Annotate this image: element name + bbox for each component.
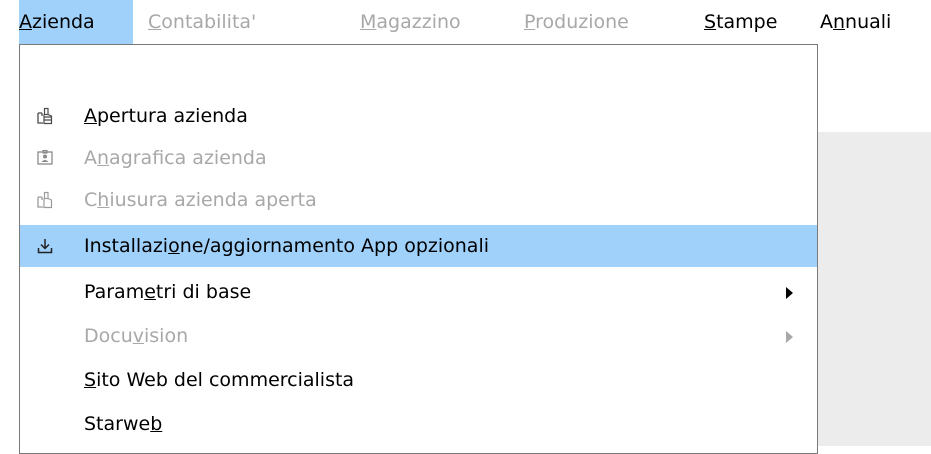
menu-item-mnemonic: h <box>97 189 110 211</box>
menu-item-docuvision[interactable]: Docuvision <box>20 315 817 357</box>
menu-item-label-pre: A <box>84 147 97 169</box>
submenu-arrow-icon <box>786 331 793 343</box>
menu-annuali-label-post: nuali <box>845 11 892 33</box>
menu-item-starweb[interactable]: Starweb <box>20 403 817 445</box>
menu-produzione-mnemonic: P <box>524 11 536 33</box>
menu-item-label-post: tri di base <box>155 281 252 303</box>
azienda-dropdown-menu: Apertura azienda Anagrafica azienda Chiu… <box>19 44 818 454</box>
menu-azienda-label-post: zienda <box>32 11 95 33</box>
menu-item-label-pre: Starwe <box>84 413 151 435</box>
menu-item-mnemonic: e <box>144 281 156 303</box>
menu-azienda[interactable]: Azienda <box>19 0 133 44</box>
company-registry-icon <box>37 149 53 165</box>
menu-contabilita-label-post: ontabilita' <box>161 11 257 33</box>
workspace-panel <box>818 132 931 446</box>
menu-item-label-post: iusura azienda aperta <box>109 189 317 211</box>
menu-azienda-mnemonic: A <box>19 11 32 33</box>
menu-magazzino[interactable]: Magazzino <box>360 0 461 44</box>
menu-item-label-pre: Docu <box>84 325 133 347</box>
menu-item-mnemonic: A <box>84 105 97 127</box>
menu-item-label-post: ne/aggiornamento App opzionali <box>179 235 489 257</box>
menu-item-label-pre: Installazi <box>84 235 169 257</box>
menu-contabilita[interactable]: Contabilita' <box>148 0 256 44</box>
open-company-icon <box>37 107 53 125</box>
menu-item-installazione-app[interactable]: Installazione/aggiornamento App opzional… <box>20 225 817 267</box>
menu-item-label-post: pertura azienda <box>97 105 248 127</box>
menu-item-sito-web-commercialista[interactable]: Sito Web del commercialista <box>20 359 817 401</box>
menu-bar: Azienda Contabilita' Magazzino Produzion… <box>0 0 931 44</box>
menu-annuali[interactable]: Annuali <box>820 0 891 44</box>
menu-magazzino-mnemonic: M <box>360 11 377 33</box>
menu-stampe-mnemonic: S <box>704 11 717 33</box>
menu-stampe-label-post: tampe <box>716 11 778 33</box>
menu-item-mnemonic: o <box>168 235 180 257</box>
menu-item-mnemonic: S <box>84 369 97 391</box>
menu-item-apertura-azienda[interactable]: Apertura azienda <box>20 95 817 137</box>
menu-item-mnemonic: v <box>132 325 144 347</box>
menu-item-parametri-di-base[interactable]: Parametri di base <box>20 271 817 313</box>
menu-produzione[interactable]: Produzione <box>524 0 629 44</box>
menu-annuali-label-pre: A <box>820 11 833 33</box>
menu-item-label-post: ision <box>144 325 189 347</box>
menu-item-label-pre: Param <box>84 281 145 303</box>
menu-item-label-pre: C <box>84 189 98 211</box>
menu-item-mnemonic: b <box>150 413 163 435</box>
submenu-arrow-icon <box>786 287 793 299</box>
menu-magazzino-label-post: agazzino <box>376 11 461 33</box>
menu-annuali-mnemonic: n <box>833 11 846 33</box>
menu-item-mnemonic: n <box>97 147 110 169</box>
close-company-icon <box>37 191 53 209</box>
menu-contabilita-mnemonic: C <box>148 11 162 33</box>
menu-stampe[interactable]: Stampe <box>704 0 777 44</box>
menu-item-chiusura-azienda-aperta[interactable]: Chiusura azienda aperta <box>20 179 817 221</box>
download-icon <box>37 239 53 254</box>
menu-produzione-label-post: roduzione <box>535 11 629 33</box>
menu-item-label-post: agrafica azienda <box>109 147 267 169</box>
menu-item-label-post: ito Web del commercialista <box>96 369 355 391</box>
menu-item-anagrafica-azienda[interactable]: Anagrafica azienda <box>20 137 817 179</box>
